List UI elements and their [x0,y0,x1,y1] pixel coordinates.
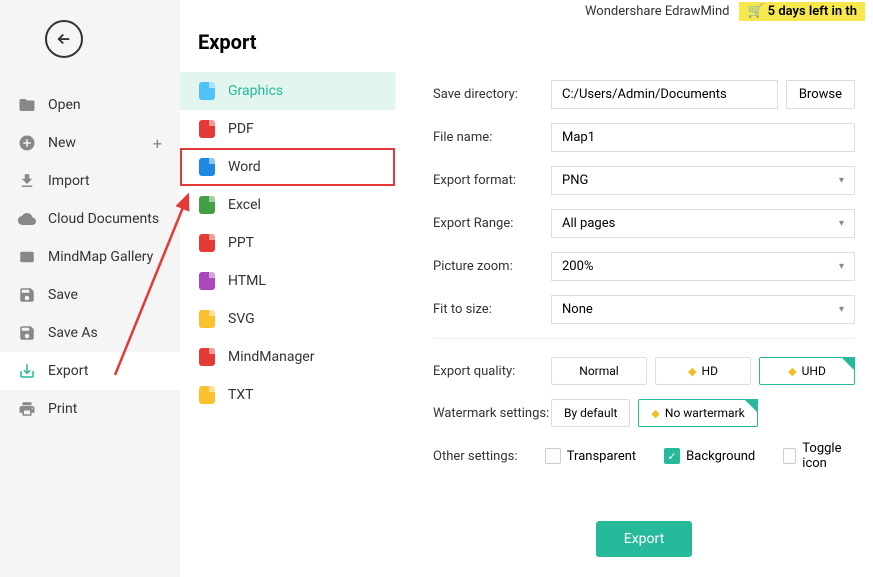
menu-item-save[interactable]: Save [0,276,180,314]
sub-item-label: PDF [228,121,254,137]
toggle-icon-checkbox-item[interactable]: Toggle icon [783,441,855,471]
doc-word-icon [198,158,216,176]
checkbox-checked-icon: ✓ [664,448,680,464]
print-icon [18,400,36,418]
export-sub-panel: Export Graphics PDF Word Excel PPT HTML SVG Min… [180,0,395,577]
checkbox-icon [783,448,796,464]
doc-pdf-icon [198,120,216,138]
back-button[interactable] [45,20,83,58]
menu-item-cloud-documents[interactable]: Cloud Documents [0,200,180,238]
gallery-icon [18,248,36,266]
doc-ppt-icon [198,234,216,252]
save-as-icon [18,324,36,342]
export-quality-label: Export quality: [433,364,551,379]
quality-hd-button[interactable]: ◆HD [655,357,751,385]
watermark-label: Watermark settings: [433,406,551,421]
checkbox-icon [545,448,561,464]
divider [433,338,855,339]
transparent-checkbox-item[interactable]: Transparent [545,441,636,471]
menu-item-print[interactable]: Print [0,390,180,428]
left-sidebar: Open New + Import Cloud Documents MindMap Gal… [0,0,180,577]
cloud-icon [18,210,36,228]
sub-item-label: MindManager [228,349,314,365]
menu-item-label: Cloud Documents [48,211,159,227]
doc-excel-icon [198,196,216,214]
save-directory-input[interactable] [551,80,778,109]
sub-item-label: PPT [228,235,254,251]
menu-item-export[interactable]: Export [0,352,180,390]
menu-item-mindmap-gallery[interactable]: MindMap Gallery [0,238,180,276]
sub-item-label: HTML [228,273,266,289]
sub-item-label: Graphics [228,83,283,99]
save-icon [18,286,36,304]
export-form-panel: Save directory: Browse File name: Export… [395,0,873,577]
export-format-graphics[interactable]: Graphics [180,72,395,110]
menu-item-label: Save As [48,325,98,341]
export-range-select[interactable]: All pages [551,209,855,238]
menu-item-label: Import [48,173,90,189]
menu-item-save-as[interactable]: Save As [0,314,180,352]
sub-item-label: TXT [228,387,253,403]
other-settings-label: Other settings: [433,449,545,464]
quality-uhd-button[interactable]: ◆UHD [759,357,855,385]
export-format-select[interactable]: PNG [551,166,855,195]
menu-item-label: New [48,135,76,151]
watermark-default-button[interactable]: By default [551,399,630,427]
menu-item-label: Print [48,401,77,417]
sub-item-label: Excel [228,197,261,213]
menu-item-label: Export [48,363,88,379]
export-range-label: Export Range: [433,216,551,231]
doc-html-icon [198,272,216,290]
fit-to-size-label: Fit to size: [433,302,551,317]
menu-item-label: MindMap Gallery [48,249,153,265]
sub-panel-title: Export [180,30,395,72]
export-format-txt[interactable]: TXT [180,376,395,414]
picture-zoom-label: Picture zoom: [433,259,551,274]
menu-item-new[interactable]: New + [0,124,180,162]
export-format-label: Export format: [433,173,551,188]
diamond-icon: ◆ [651,407,659,420]
background-checkbox-item[interactable]: ✓ Background [664,441,755,471]
export-format-svg[interactable]: SVG [180,300,395,338]
menu-item-label: Open [48,97,81,113]
folder-icon [18,96,36,114]
browse-button[interactable]: Browse [786,80,855,109]
menu-item-label: Save [48,287,78,303]
menu-item-open[interactable]: Open [0,86,180,124]
menu-item-import[interactable]: Import [0,162,180,200]
export-format-pdf[interactable]: PDF [180,110,395,148]
export-format-ppt[interactable]: PPT [180,224,395,262]
file-name-input[interactable] [551,123,855,152]
doc-graphics-icon [198,82,216,100]
export-format-word[interactable]: Word [180,148,395,186]
export-icon [18,362,36,380]
doc-txt-icon [198,386,216,404]
quality-normal-button[interactable]: Normal [551,357,647,385]
export-format-mindmanager[interactable]: MindManager [180,338,395,376]
diamond-icon: ◆ [788,365,796,378]
plus-icon[interactable]: + [153,134,162,153]
fit-to-size-select[interactable]: None [551,295,855,324]
export-button[interactable]: Export [596,521,692,557]
export-format-html[interactable]: HTML [180,262,395,300]
file-name-label: File name: [433,130,551,145]
sub-item-label: SVG [228,311,255,327]
picture-zoom-select[interactable]: 200% [551,252,855,281]
save-directory-label: Save directory: [433,87,551,102]
arrow-left-icon [55,30,73,48]
export-format-excel[interactable]: Excel [180,186,395,224]
doc-svg-icon [198,310,216,328]
doc-mindmanager-icon [198,348,216,366]
plus-circle-icon [18,134,36,152]
watermark-none-button[interactable]: ◆No wartermark [638,399,757,427]
sub-item-label: Word [228,159,261,175]
import-icon [18,172,36,190]
diamond-icon: ◆ [688,365,696,378]
